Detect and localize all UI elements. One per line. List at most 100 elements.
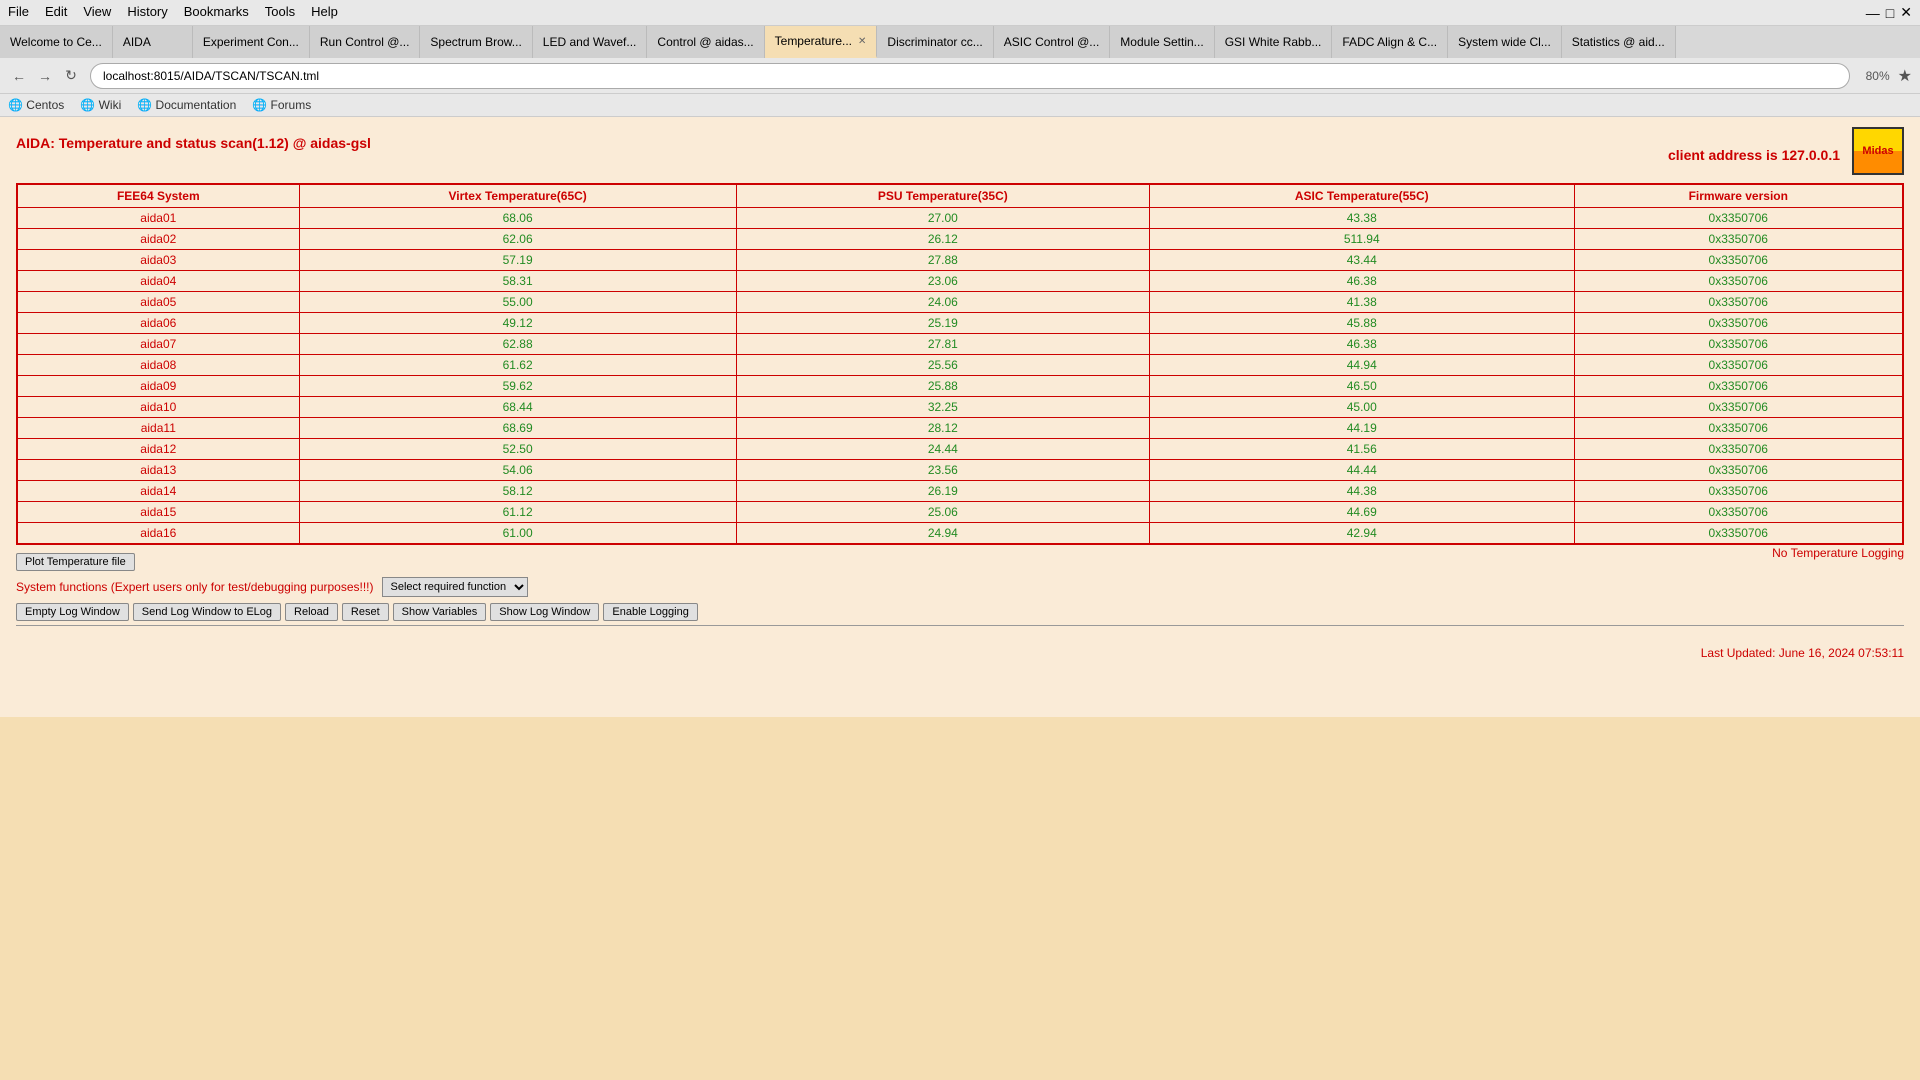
- menu-view[interactable]: View: [83, 4, 111, 21]
- send-log-button[interactable]: Send Log Window to ELog: [133, 603, 281, 621]
- bottom-divider: [16, 625, 1904, 626]
- page-content: AIDA: Temperature and status scan(1.12) …: [0, 117, 1920, 717]
- empty-log-button[interactable]: Empty Log Window: [16, 603, 129, 621]
- data-cell: 44.44: [1149, 460, 1574, 481]
- data-cell: 23.56: [736, 460, 1149, 481]
- table-row: aida1354.0623.5644.440x3350706: [17, 460, 1903, 481]
- table-row: aida0458.3123.0646.380x3350706: [17, 271, 1903, 292]
- tab-statistics[interactable]: Statistics @ aid...: [1562, 26, 1676, 58]
- data-cell: 25.19: [736, 313, 1149, 334]
- tab-spectrum[interactable]: Spectrum Brow...: [420, 26, 532, 58]
- tab-temperature[interactable]: Temperature... ✕: [765, 26, 878, 58]
- data-cell: 61.12: [299, 502, 736, 523]
- data-cell: 24.44: [736, 439, 1149, 460]
- table-row: aida1068.4432.2545.000x3350706: [17, 397, 1903, 418]
- reset-button[interactable]: Reset: [342, 603, 389, 621]
- system-name-cell: aida05: [17, 292, 299, 313]
- tab-discriminator[interactable]: Discriminator cc...: [877, 26, 993, 58]
- table-row: aida0262.0626.12511.940x3350706: [17, 229, 1903, 250]
- maximize-button[interactable]: □: [1886, 5, 1894, 21]
- bookmark-wiki[interactable]: 🌐 Wiki: [80, 98, 121, 112]
- menu-bookmarks[interactable]: Bookmarks: [184, 4, 249, 21]
- tab-control[interactable]: Control @ aidas...: [647, 26, 764, 58]
- data-cell: 68.69: [299, 418, 736, 439]
- system-name-cell: aida13: [17, 460, 299, 481]
- menu-tools[interactable]: Tools: [265, 4, 295, 21]
- data-cell: 0x3350706: [1574, 460, 1903, 481]
- address-bar: ← → ↻ localhost:8015/AIDA/TSCAN/TSCAN.tm…: [0, 58, 1920, 94]
- data-cell: 0x3350706: [1574, 208, 1903, 229]
- menu-edit[interactable]: Edit: [45, 4, 67, 21]
- data-cell: 43.38: [1149, 208, 1574, 229]
- data-cell: 0x3350706: [1574, 397, 1903, 418]
- bookmark-star-icon[interactable]: ★: [1898, 66, 1912, 86]
- data-cell: 54.06: [299, 460, 736, 481]
- system-name-cell: aida03: [17, 250, 299, 271]
- function-select[interactable]: Select required function: [382, 577, 528, 597]
- menu-help[interactable]: Help: [311, 4, 338, 21]
- data-cell: 0x3350706: [1574, 502, 1903, 523]
- table-row: aida0762.8827.8146.380x3350706: [17, 334, 1903, 355]
- data-cell: 62.06: [299, 229, 736, 250]
- window-controls: — □ ✕: [1866, 4, 1912, 21]
- data-cell: 43.44: [1149, 250, 1574, 271]
- data-cell: 68.44: [299, 397, 736, 418]
- tab-system[interactable]: System wide Cl...: [1448, 26, 1562, 58]
- data-cell: 45.00: [1149, 397, 1574, 418]
- show-variables-button[interactable]: Show Variables: [393, 603, 487, 621]
- back-button[interactable]: ←: [8, 65, 30, 87]
- plot-temperature-button[interactable]: Plot Temperature file: [16, 553, 135, 571]
- bookmark-centos[interactable]: 🌐 Centos: [8, 98, 64, 112]
- data-cell: 46.50: [1149, 376, 1574, 397]
- data-cell: 0x3350706: [1574, 439, 1903, 460]
- page-title: AIDA: Temperature and status scan(1.12) …: [16, 135, 371, 151]
- bookmark-forums[interactable]: 🌐 Forums: [252, 98, 311, 112]
- minimize-button[interactable]: —: [1866, 5, 1880, 21]
- system-name-cell: aida10: [17, 397, 299, 418]
- data-cell: 0x3350706: [1574, 355, 1903, 376]
- data-cell: 27.88: [736, 250, 1149, 271]
- data-cell: 44.69: [1149, 502, 1574, 523]
- data-cell: 45.88: [1149, 313, 1574, 334]
- close-button[interactable]: ✕: [1900, 4, 1912, 21]
- reload-button[interactable]: Reload: [285, 603, 338, 621]
- tab-aida[interactable]: AIDA: [113, 26, 193, 58]
- data-cell: 0x3350706: [1574, 523, 1903, 545]
- data-cell: 42.94: [1149, 523, 1574, 545]
- menu-file[interactable]: File: [8, 4, 29, 21]
- tab-welcome[interactable]: Welcome to Ce...: [0, 26, 113, 58]
- data-cell: 0x3350706: [1574, 481, 1903, 502]
- system-functions-label: System functions (Expert users only for …: [16, 580, 374, 594]
- system-functions-row: System functions (Expert users only for …: [16, 577, 1904, 597]
- data-cell: 24.94: [736, 523, 1149, 545]
- tabs-bar: Welcome to Ce... AIDA Experiment Con... …: [0, 26, 1920, 58]
- forward-button[interactable]: →: [34, 65, 56, 87]
- system-name-cell: aida08: [17, 355, 299, 376]
- tab-runcontrol[interactable]: Run Control @...: [310, 26, 421, 58]
- data-cell: 26.19: [736, 481, 1149, 502]
- bookmark-documentation[interactable]: 🌐 Documentation: [137, 98, 236, 112]
- data-cell: 25.88: [736, 376, 1149, 397]
- reload-button[interactable]: ↻: [60, 65, 82, 87]
- show-log-button[interactable]: Show Log Window: [490, 603, 599, 621]
- tab-close-icon[interactable]: ✕: [858, 36, 866, 47]
- menu-bar: File Edit View History Bookmarks Tools H…: [0, 0, 1920, 26]
- data-cell: 0x3350706: [1574, 418, 1903, 439]
- table-row: aida0168.0627.0043.380x3350706: [17, 208, 1903, 229]
- enable-logging-button[interactable]: Enable Logging: [603, 603, 697, 621]
- data-cell: 27.00: [736, 208, 1149, 229]
- system-name-cell: aida11: [17, 418, 299, 439]
- tab-asic[interactable]: ASIC Control @...: [994, 26, 1111, 58]
- tab-module[interactable]: Module Settin...: [1110, 26, 1214, 58]
- data-cell: 61.00: [299, 523, 736, 545]
- data-cell: 41.38: [1149, 292, 1574, 313]
- tab-fadc[interactable]: FADC Align & C...: [1332, 26, 1448, 58]
- tab-experiment[interactable]: Experiment Con...: [193, 26, 310, 58]
- data-cell: 41.56: [1149, 439, 1574, 460]
- tab-led[interactable]: LED and Wavef...: [533, 26, 648, 58]
- url-input[interactable]: localhost:8015/AIDA/TSCAN/TSCAN.tml: [90, 63, 1850, 89]
- tab-gsi[interactable]: GSI White Rabb...: [1215, 26, 1333, 58]
- data-cell: 0x3350706: [1574, 292, 1903, 313]
- menu-history[interactable]: History: [127, 4, 167, 21]
- table-row: aida1561.1225.0644.690x3350706: [17, 502, 1903, 523]
